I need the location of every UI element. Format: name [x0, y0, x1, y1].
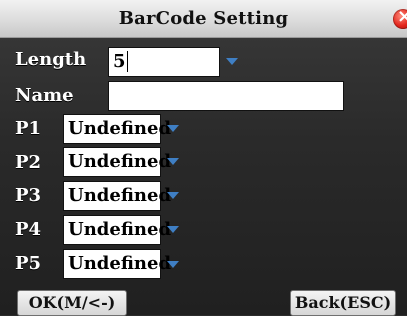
name-input[interactable] [108, 81, 344, 111]
close-icon[interactable] [393, 6, 407, 29]
p2-select[interactable]: Undefined [63, 147, 171, 177]
p5-chevron-down-icon[interactable] [167, 261, 179, 268]
length-dropdown-chevron-down-icon[interactable] [226, 58, 238, 65]
ok-button[interactable]: OK(M/<-) [17, 290, 127, 316]
back-button[interactable]: Back(ESC) [290, 290, 396, 316]
barcode-setting-screen: BarCode Setting Length 5 Name P1 Undefin… [0, 0, 407, 316]
name-label: Name [15, 85, 74, 106]
length-label: Length [15, 49, 87, 70]
p3-label: P3 [15, 185, 42, 206]
p5-label: P5 [15, 253, 42, 274]
p1-chevron-down-icon[interactable] [167, 125, 179, 132]
p4-label: P4 [15, 219, 42, 240]
p1-label: P1 [15, 118, 42, 139]
p3-chevron-down-icon[interactable] [167, 192, 179, 199]
title-bar: BarCode Setting [0, 0, 407, 38]
length-input[interactable]: 5 [108, 47, 220, 77]
p1-select[interactable]: Undefined [63, 114, 171, 144]
p4-select[interactable]: Undefined [63, 215, 171, 245]
length-value: 5 [113, 51, 128, 72]
p2-label: P2 [15, 152, 42, 173]
window-title: BarCode Setting [118, 8, 289, 29]
p2-chevron-down-icon[interactable] [167, 158, 179, 165]
p3-select[interactable]: Undefined [63, 181, 171, 211]
p5-select[interactable]: Undefined [63, 249, 171, 279]
p4-chevron-down-icon[interactable] [167, 226, 179, 233]
